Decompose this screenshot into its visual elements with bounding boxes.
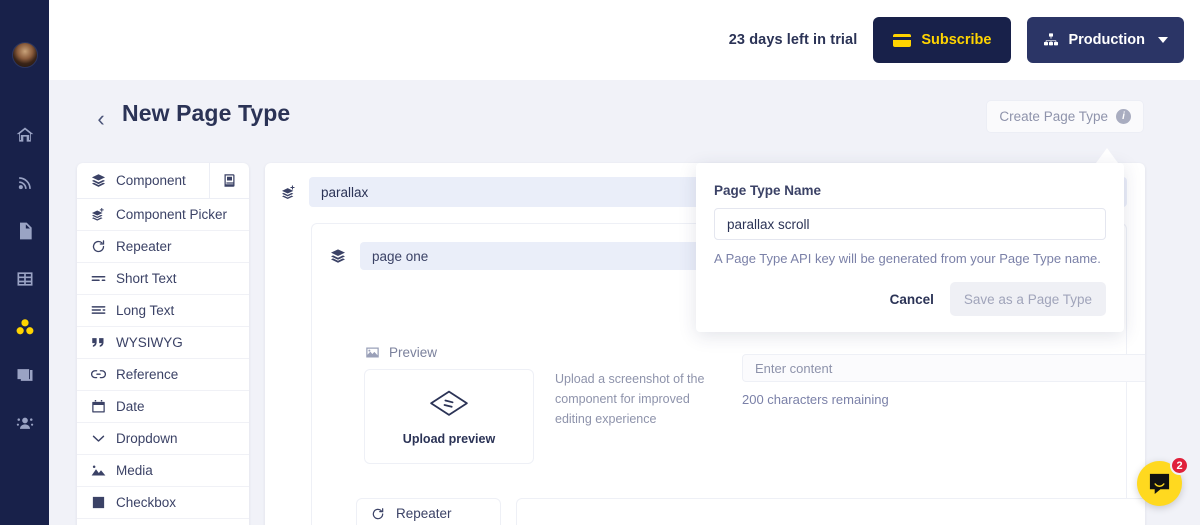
field-type-long-text[interactable]: Long Text <box>77 295 249 327</box>
page-type-name-label: Page Type Name <box>714 183 822 198</box>
characters-remaining-text: 200 characters remaining <box>742 392 889 407</box>
preview-label: Preview <box>389 344 438 360</box>
rail-icon-list <box>14 124 36 434</box>
field-type-panel: Component Component Picker Repeater Shor… <box>77 163 249 525</box>
save-as-page-type-button[interactable]: Save as a Page Type <box>949 282 1106 316</box>
inner-field-type-label: Repeater <box>396 506 452 521</box>
left-nav-rail <box>0 0 49 525</box>
field-type-component-main[interactable]: Component <box>77 163 199 198</box>
upload-hint-text: Upload a screenshot of the component for… <box>555 372 705 426</box>
page-type-name-input[interactable] <box>714 208 1106 240</box>
field-type-label: Short Text <box>116 271 177 286</box>
cancel-button[interactable]: Cancel <box>880 284 944 315</box>
chat-bubble-icon <box>1149 473 1170 495</box>
field-type-label: Repeater <box>116 239 172 254</box>
layers-plus-icon <box>281 184 297 200</box>
field-type-wysiwyg[interactable]: WYSIWYG <box>77 327 249 359</box>
field-type-label: Reference <box>116 367 179 382</box>
component-library-button[interactable] <box>209 163 249 198</box>
broadcast-icon[interactable] <box>14 172 36 194</box>
app-root: 23 days left in trial Subscribe Producti… <box>0 0 1200 525</box>
upload-box-icon <box>430 390 468 416</box>
field-type-label: Date <box>116 399 145 414</box>
table-icon[interactable] <box>14 268 36 290</box>
field-type-component-picker[interactable]: Component Picker <box>77 199 249 231</box>
chevron-down-icon <box>90 431 106 447</box>
image-icon <box>364 344 380 360</box>
avatar[interactable] <box>11 42 38 68</box>
sitemap-icon <box>1044 33 1059 46</box>
chat-unread-badge: 2 <box>1170 456 1189 475</box>
field-type-label: Dropdown <box>116 431 178 446</box>
team-icon[interactable] <box>14 412 36 434</box>
layers-icon <box>90 173 106 189</box>
page-type-api-key-help: A Page Type API key will be generated fr… <box>714 251 1101 266</box>
page-type-name-popover: Page Type Name A Page Type API key will … <box>696 163 1124 332</box>
page-header: ‹ New Page Type Create Page Type i <box>49 80 1200 158</box>
components-icon[interactable] <box>14 316 36 338</box>
field-type-label: Long Text <box>116 303 175 318</box>
long-text-icon <box>90 303 106 319</box>
link-icon <box>90 367 106 383</box>
inner-field-type-repeater[interactable]: Repeater <box>357 499 500 525</box>
field-type-component[interactable]: Component <box>77 163 249 199</box>
layers-icon <box>330 248 346 264</box>
field-type-label: WYSIWYG <box>116 335 183 350</box>
page-icon[interactable] <box>14 220 36 242</box>
content-input[interactable]: Enter content <box>742 354 1145 382</box>
field-type-label: Media <box>116 463 153 478</box>
field-type-label: Component <box>116 173 186 188</box>
field-type-media[interactable]: Media <box>77 455 249 487</box>
quote-icon <box>90 335 106 351</box>
book-icon <box>222 173 238 189</box>
back-button[interactable]: ‹ <box>89 104 113 134</box>
checkbox-icon <box>90 495 106 511</box>
environment-selector-button[interactable]: Production <box>1027 17 1184 63</box>
credit-card-icon <box>893 33 912 47</box>
field-type-checkbox[interactable]: Checkbox <box>77 487 249 519</box>
inner-field-type-list: Repeater Short Text Long Text <box>356 498 501 525</box>
popover-arrow <box>1096 148 1118 163</box>
repeat-icon <box>370 506 386 522</box>
environment-label: Production <box>1068 32 1145 48</box>
content-field-column: Enter content 200 characters remaining <box>742 354 1145 407</box>
layers-plus-icon <box>90 207 106 223</box>
field-type-repeater[interactable]: Repeater <box>77 231 249 263</box>
preview-label-row: Preview <box>364 344 437 360</box>
upload-preview-label: Upload preview <box>402 431 496 446</box>
field-type-label: Checkbox <box>116 495 177 510</box>
content-drop-panel[interactable] <box>516 498 1145 525</box>
field-type-short-text[interactable]: Short Text <box>77 263 249 295</box>
media-gallery-icon[interactable] <box>14 364 36 386</box>
subscribe-button[interactable]: Subscribe <box>873 17 1012 63</box>
field-type-label: Component Picker <box>116 207 228 222</box>
popover-actions: Cancel Save as a Page Type <box>714 282 1106 316</box>
home-icon[interactable] <box>14 124 36 146</box>
short-text-icon <box>90 271 106 287</box>
create-page-type-label: Create Page Type <box>999 109 1108 124</box>
repeat-icon <box>90 239 106 255</box>
field-type-reference[interactable]: Reference <box>77 359 249 391</box>
trial-status-text: 23 days left in trial <box>728 32 858 48</box>
field-type-date[interactable]: Date <box>77 391 249 423</box>
field-type-row-partial[interactable] <box>77 519 249 525</box>
info-icon[interactable]: i <box>1116 109 1131 124</box>
chevron-down-icon <box>1158 37 1168 43</box>
calendar-icon <box>90 399 106 415</box>
create-page-type-button[interactable]: Create Page Type i <box>986 100 1144 133</box>
top-bar: 23 days left in trial Subscribe Producti… <box>49 0 1200 80</box>
field-type-dropdown[interactable]: Dropdown <box>77 423 249 455</box>
image-icon <box>90 463 106 479</box>
page-title: New Page Type <box>122 100 291 126</box>
upload-preview-button[interactable]: Upload preview <box>364 369 534 464</box>
subscribe-button-label: Subscribe <box>921 32 992 48</box>
